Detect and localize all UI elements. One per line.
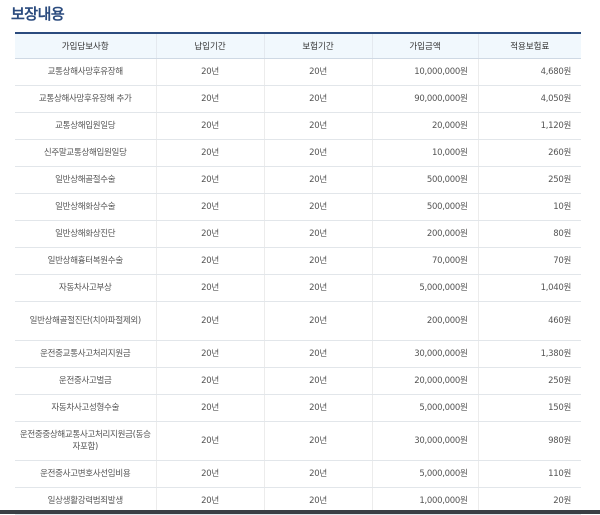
header-coverage-item: 가입담보사항 <box>15 32 156 59</box>
payment-period-cell: 20년 <box>155 166 264 194</box>
coverage-amount-cell: 30,000,000원 <box>371 340 478 368</box>
table-row: 운전중사고변호사선임비용 20년 20년 5,000,000원 110원 <box>15 460 581 488</box>
premium-cell: 250원 <box>477 367 581 395</box>
payment-period-cell: 20년 <box>155 58 264 86</box>
payment-period-cell: 20년 <box>155 394 264 422</box>
insurance-period-cell: 20년 <box>263 460 372 488</box>
premium-cell: 250원 <box>477 166 581 194</box>
table-row: 일반상해화상수술 20년 20년 500,000원 10원 <box>15 193 581 221</box>
premium-cell: 4,050원 <box>477 85 581 113</box>
coverage-item-cell: 교통상해입원일당 <box>15 112 156 140</box>
coverage-item-cell: 운전중교통사고처리지원금 <box>15 340 156 368</box>
coverage-item-cell: 자동차사고성형수술 <box>15 394 156 422</box>
table-row: 운전중교통사고처리지원금 20년 20년 30,000,000원 1,380원 <box>15 340 581 368</box>
insurance-period-cell: 20년 <box>263 139 372 167</box>
table-row: 운전중사고벌금 20년 20년 20,000,000원 250원 <box>15 367 581 395</box>
insurance-period-cell: 20년 <box>263 220 372 248</box>
insurance-period-cell: 20년 <box>263 58 372 86</box>
payment-period-cell: 20년 <box>155 340 264 368</box>
payment-period-cell: 20년 <box>155 460 264 488</box>
table-row: 교통상해사망후유장해 20년 20년 10,000,000원 4,680원 <box>15 58 581 86</box>
coverage-item-cell: 일반상해화상수술 <box>15 193 156 221</box>
table-row: 일반상해흉터복원수술 20년 20년 70,000원 70원 <box>15 247 581 275</box>
coverage-item-cell: 교통상해사망후유장해 추가 <box>15 85 156 113</box>
table-row: 자동차사고부상 20년 20년 5,000,000원 1,040원 <box>15 274 581 302</box>
coverage-item-cell: 운전중사고변호사선임비용 <box>15 460 156 488</box>
payment-period-cell: 20년 <box>155 421 264 461</box>
premium-cell: 10원 <box>477 193 581 221</box>
payment-period-cell: 20년 <box>155 193 264 221</box>
coverage-amount-cell: 5,000,000원 <box>371 394 478 422</box>
header-payment-period: 납입기간 <box>155 32 264 59</box>
bottom-scrollbar-edge <box>0 510 600 514</box>
insurance-period-cell: 20년 <box>263 340 372 368</box>
payment-period-cell: 20년 <box>155 220 264 248</box>
premium-cell: 80원 <box>477 220 581 248</box>
table-row: 일반상해화상진단 20년 20년 200,000원 80원 <box>15 220 581 248</box>
insurance-period-cell: 20년 <box>263 394 372 422</box>
coverage-table: 가입담보사항 납입기간 보험기간 가입금액 적용보험료 교통상해사망후유장해 20… <box>15 32 581 515</box>
coverage-item-cell: 신주말교통상해입원일당 <box>15 139 156 167</box>
payment-period-cell: 20년 <box>155 367 264 395</box>
coverage-item-cell: 일반상해골절진단(치아파절제외) <box>15 301 156 341</box>
insurance-period-cell: 20년 <box>263 247 372 275</box>
coverage-amount-cell: 5,000,000원 <box>371 274 478 302</box>
coverage-amount-cell: 30,000,000원 <box>371 421 478 461</box>
payment-period-cell: 20년 <box>155 139 264 167</box>
coverage-amount-cell: 500,000원 <box>371 193 478 221</box>
insurance-period-cell: 20년 <box>263 85 372 113</box>
payment-period-cell: 20년 <box>155 247 264 275</box>
header-insurance-period: 보험기간 <box>263 32 372 59</box>
coverage-item-cell: 일반상해골절수술 <box>15 166 156 194</box>
header-coverage-amount: 가입금액 <box>371 32 478 59</box>
table-row: 자동차사고성형수술 20년 20년 5,000,000원 150원 <box>15 394 581 422</box>
premium-cell: 150원 <box>477 394 581 422</box>
coverage-item-cell: 자동차사고부상 <box>15 274 156 302</box>
table-row: 교통상해사망후유장해 추가 20년 20년 90,000,000원 4,050원 <box>15 85 581 113</box>
payment-period-cell: 20년 <box>155 85 264 113</box>
premium-cell: 1,120원 <box>477 112 581 140</box>
premium-cell: 1,380원 <box>477 340 581 368</box>
coverage-item-cell: 운전중사고벌금 <box>15 367 156 395</box>
table-row: 신주말교통상해입원일당 20년 20년 10,000원 260원 <box>15 139 581 167</box>
payment-period-cell: 20년 <box>155 112 264 140</box>
coverage-amount-cell: 20,000원 <box>371 112 478 140</box>
coverage-amount-cell: 90,000,000원 <box>371 85 478 113</box>
insurance-period-cell: 20년 <box>263 367 372 395</box>
coverage-item-cell: 일반상해화상진단 <box>15 220 156 248</box>
coverage-item-cell: 운전중중상해교통사고처리지원금(동승자포함) <box>15 421 156 461</box>
premium-cell: 980원 <box>477 421 581 461</box>
premium-cell: 110원 <box>477 460 581 488</box>
table-row: 교통상해입원일당 20년 20년 20,000원 1,120원 <box>15 112 581 140</box>
table-header-row: 가입담보사항 납입기간 보험기간 가입금액 적용보험료 <box>15 32 581 59</box>
insurance-period-cell: 20년 <box>263 274 372 302</box>
coverage-amount-cell: 10,000원 <box>371 139 478 167</box>
premium-cell: 260원 <box>477 139 581 167</box>
coverage-amount-cell: 500,000원 <box>371 166 478 194</box>
coverage-item-cell: 교통상해사망후유장해 <box>15 58 156 86</box>
coverage-amount-cell: 200,000원 <box>371 301 478 341</box>
coverage-amount-cell: 10,000,000원 <box>371 58 478 86</box>
coverage-amount-cell: 5,000,000원 <box>371 460 478 488</box>
table-row: 일반상해골절진단(치아파절제외) 20년 20년 200,000원 460원 <box>15 301 581 341</box>
insurance-period-cell: 20년 <box>263 301 372 341</box>
payment-period-cell: 20년 <box>155 301 264 341</box>
premium-cell: 4,680원 <box>477 58 581 86</box>
coverage-item-cell: 일반상해흉터복원수술 <box>15 247 156 275</box>
insurance-period-cell: 20년 <box>263 166 372 194</box>
insurance-period-cell: 20년 <box>263 421 372 461</box>
premium-cell: 460원 <box>477 301 581 341</box>
coverage-amount-cell: 70,000원 <box>371 247 478 275</box>
payment-period-cell: 20년 <box>155 274 264 302</box>
insurance-period-cell: 20년 <box>263 193 372 221</box>
section-title: 보장내용 <box>11 5 65 23</box>
premium-cell: 70원 <box>477 247 581 275</box>
coverage-amount-cell: 200,000원 <box>371 220 478 248</box>
table-row: 운전중중상해교통사고처리지원금(동승자포함) 20년 20년 30,000,000원 9… <box>15 421 581 461</box>
table-row: 일반상해골절수술 20년 20년 500,000원 250원 <box>15 166 581 194</box>
premium-cell: 1,040원 <box>477 274 581 302</box>
insurance-period-cell: 20년 <box>263 112 372 140</box>
header-premium: 적용보험료 <box>477 32 581 59</box>
coverage-amount-cell: 20,000,000원 <box>371 367 478 395</box>
